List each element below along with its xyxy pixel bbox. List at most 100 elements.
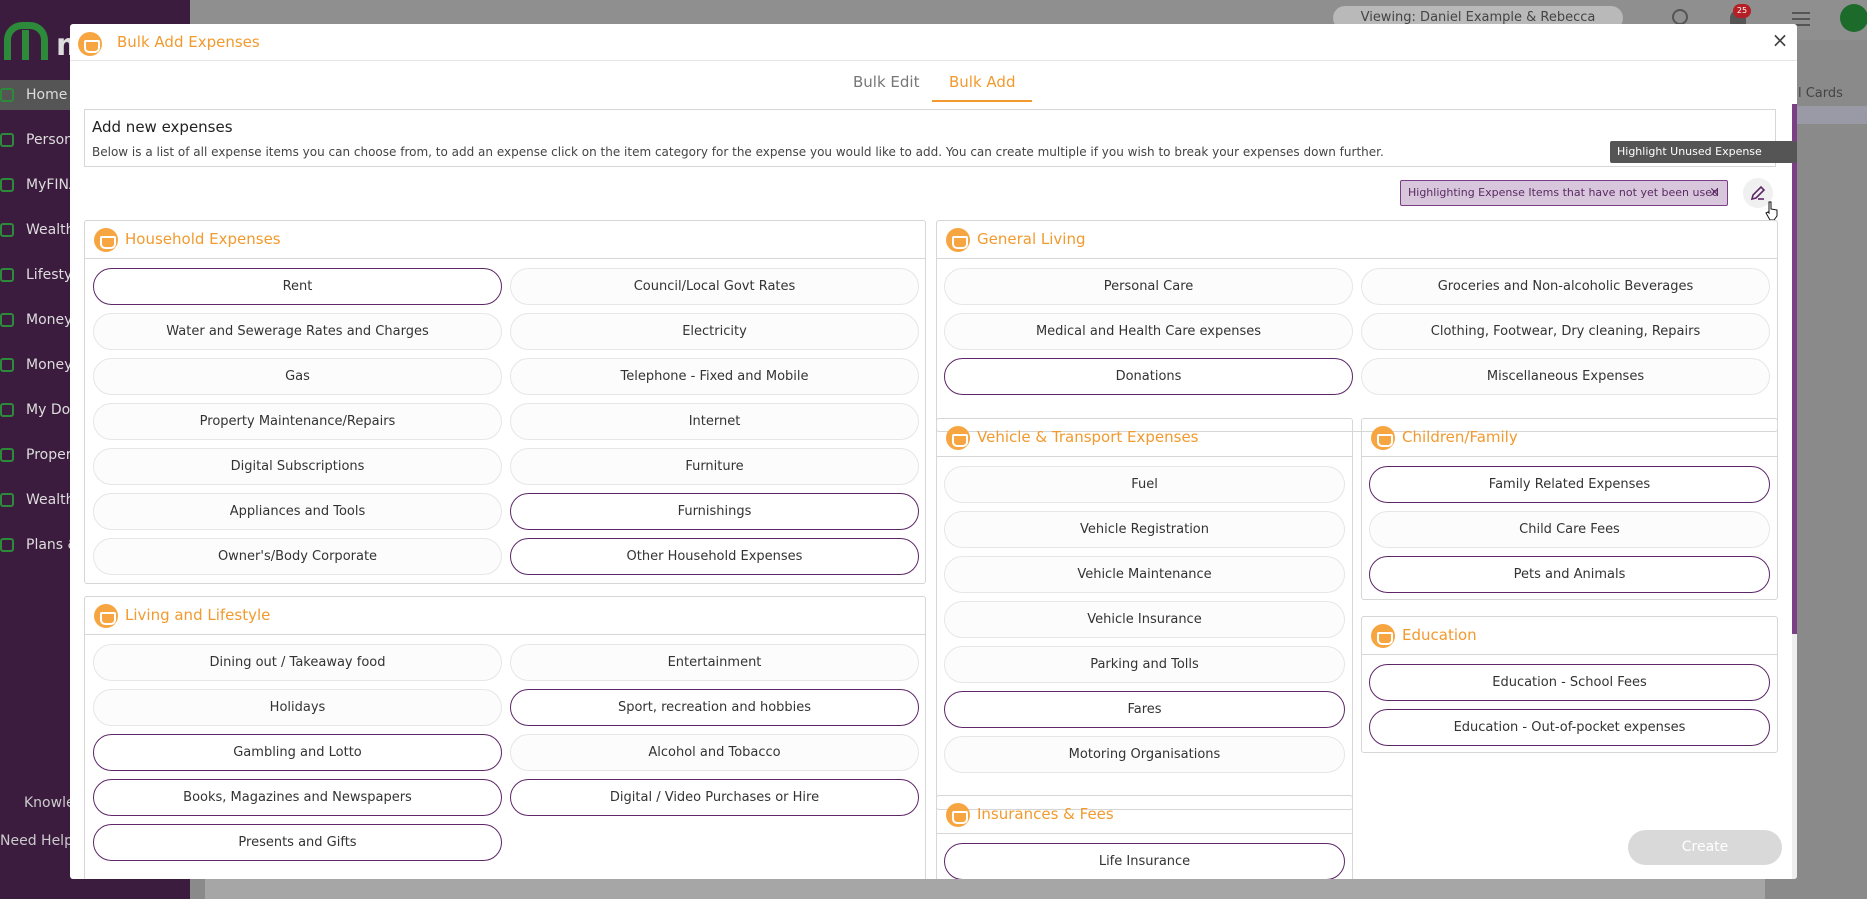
section-header: Education: [1362, 617, 1777, 655]
intro-box: Add new expenses Below is a list of all …: [84, 109, 1776, 167]
section-title: Living and Lifestyle: [125, 606, 271, 624]
section-general-living: General Living Personal Care Groceries a…: [936, 220, 1778, 432]
expense-item-button[interactable]: Fuel: [944, 466, 1345, 503]
section-title: General Living: [977, 230, 1086, 248]
expense-item-button[interactable]: Electricity: [510, 313, 919, 350]
expense-item-button[interactable]: Motoring Organisations: [944, 736, 1345, 773]
expense-item-button[interactable]: Dining out / Takeaway food: [93, 644, 502, 681]
background-strip: [1785, 106, 1867, 124]
nav-need-help[interactable]: Need Help?: [0, 833, 80, 849]
highlight-chip-close-icon[interactable]: ×: [1709, 181, 1720, 205]
expense-item-button[interactable]: Education - Out-of-pocket expenses: [1369, 709, 1770, 746]
shield-icon: [946, 803, 970, 827]
expense-item-button[interactable]: Miscellaneous Expenses: [1361, 358, 1770, 395]
family-icon: [1371, 426, 1395, 450]
expense-item-button[interactable]: Rent: [93, 268, 502, 305]
expense-item-button[interactable]: Life Insurance: [944, 843, 1345, 879]
expense-item-button[interactable]: Other Household Expenses: [510, 538, 919, 575]
highlight-chip-label: Highlighting Expense Items that have not…: [1408, 186, 1719, 199]
expense-item-button[interactable]: Clothing, Footwear, Dry cleaning, Repair…: [1361, 313, 1770, 350]
nav-label: Home: [26, 87, 68, 103]
lifestyle-icon: [0, 268, 14, 282]
expense-item-button[interactable]: Groceries and Non-alcoholic Beverages: [1361, 268, 1770, 305]
education-icon: [1371, 624, 1395, 648]
section-title: Children/Family: [1402, 428, 1518, 446]
nav-label: Wealth: [26, 222, 75, 238]
section-insurances-fees: Insurances & Fees Life Insurance: [936, 795, 1353, 879]
expense-item-button[interactable]: Internet: [510, 403, 919, 440]
section-title: Vehicle & Transport Expenses: [977, 428, 1199, 446]
expense-item-button[interactable]: Medical and Health Care expenses: [944, 313, 1353, 350]
section-header: Insurances & Fees: [937, 796, 1352, 834]
expense-item-button[interactable]: Property Maintenance/Repairs: [93, 403, 502, 440]
expense-item-button[interactable]: Council/Local Govt Rates: [510, 268, 919, 305]
section-education: Education Education - School Fees Educat…: [1361, 616, 1778, 753]
expense-item-button[interactable]: Books, Magazines and Newspapers: [93, 779, 502, 816]
expense-item-button[interactable]: Gambling and Lotto: [93, 734, 502, 771]
expense-item-button[interactable]: Presents and Gifts: [93, 824, 502, 861]
expense-item-button[interactable]: Gas: [93, 358, 502, 395]
property-icon: [0, 448, 14, 462]
app-logo[interactable]: m: [4, 22, 87, 63]
expense-item-button[interactable]: Digital Subscriptions: [93, 448, 502, 485]
dollar-icon: [0, 358, 14, 372]
piggy-bank-icon: [946, 228, 970, 252]
wealth-icon: [0, 223, 14, 237]
expense-item-button[interactable]: Vehicle Registration: [944, 511, 1345, 548]
active-tab-underline: [932, 100, 1032, 102]
section-living-and-lifestyle: Living and Lifestyle Dining out / Takeaw…: [84, 596, 926, 879]
section-household-expenses: Household Expenses Rent Council/Local Go…: [84, 220, 926, 584]
expense-item-button[interactable]: Holidays: [93, 689, 502, 726]
cards-tab[interactable]: al Cards: [1790, 86, 1843, 101]
expense-item-button[interactable]: Appliances and Tools: [93, 493, 502, 530]
modal-header: Bulk Add Expenses ×: [70, 24, 1797, 61]
expense-item-button[interactable]: Personal Care: [944, 268, 1353, 305]
expense-item-button[interactable]: Vehicle Insurance: [944, 601, 1345, 638]
expense-item-button[interactable]: Family Related Expenses: [1369, 466, 1770, 503]
create-button[interactable]: Create: [1628, 830, 1782, 865]
section-title: Household Expenses: [125, 230, 281, 248]
section-title: Insurances & Fees: [977, 805, 1114, 823]
expense-item-button[interactable]: Furniture: [510, 448, 919, 485]
modal-title: Bulk Add Expenses: [117, 33, 260, 51]
piggy-bank-icon: [78, 32, 102, 56]
expense-item-button[interactable]: Parking and Tolls: [944, 646, 1345, 683]
expense-item-button[interactable]: Telephone - Fixed and Mobile: [510, 358, 919, 395]
expense-item-button[interactable]: Education - School Fees: [1369, 664, 1770, 701]
nav-knowledge[interactable]: Knowle: [24, 795, 75, 811]
pen-icon: [1750, 185, 1766, 201]
expense-item-button[interactable]: Vehicle Maintenance: [944, 556, 1345, 593]
modal-scrollbar[interactable]: [1792, 104, 1797, 879]
nav-label: Person: [26, 132, 74, 148]
avatar[interactable]: [1840, 4, 1867, 32]
tab-bulk-add[interactable]: Bulk Add: [949, 73, 1015, 91]
piggy-bank-icon: [94, 604, 118, 628]
document-icon: [0, 403, 14, 417]
section-header: Children/Family: [1362, 419, 1777, 457]
scrollbar-thumb[interactable]: [1792, 104, 1797, 634]
expense-item-button[interactable]: Alcohol and Tobacco: [510, 734, 919, 771]
expense-item-button[interactable]: Entertainment: [510, 644, 919, 681]
expense-item-button[interactable]: Water and Sewerage Rates and Charges: [93, 313, 502, 350]
piggy-bank-icon: [94, 228, 118, 252]
highlight-tooltip: Highlight Unused Expense Items: [1610, 141, 1797, 180]
section-vehicle-transport: Vehicle & Transport Expenses Fuel Vehicl…: [936, 418, 1353, 810]
intro-title: Add new expenses: [92, 118, 233, 136]
expense-item-button[interactable]: Fares: [944, 691, 1345, 728]
expense-item-button[interactable]: Owner's/Body Corporate: [93, 538, 502, 575]
close-button[interactable]: ×: [1770, 30, 1790, 50]
expense-item-button[interactable]: Sport, recreation and hobbies: [510, 689, 919, 726]
chart-icon: [0, 178, 14, 192]
section-header: Vehicle & Transport Expenses: [937, 419, 1352, 457]
expense-item-button[interactable]: Pets and Animals: [1369, 556, 1770, 593]
expense-item-button[interactable]: Donations: [944, 358, 1353, 395]
expense-item-button[interactable]: Digital / Video Purchases or Hire: [510, 779, 919, 816]
nav-label: Lifestyl: [26, 267, 77, 283]
car-icon: [946, 426, 970, 450]
expense-item-button[interactable]: Furnishings: [510, 493, 919, 530]
tab-bulk-edit[interactable]: Bulk Edit: [853, 73, 919, 91]
section-header: Household Expenses: [85, 221, 925, 259]
section-header: Living and Lifestyle: [85, 597, 925, 635]
search-icon[interactable]: [1672, 9, 1688, 25]
expense-item-button[interactable]: Child Care Fees: [1369, 511, 1770, 548]
